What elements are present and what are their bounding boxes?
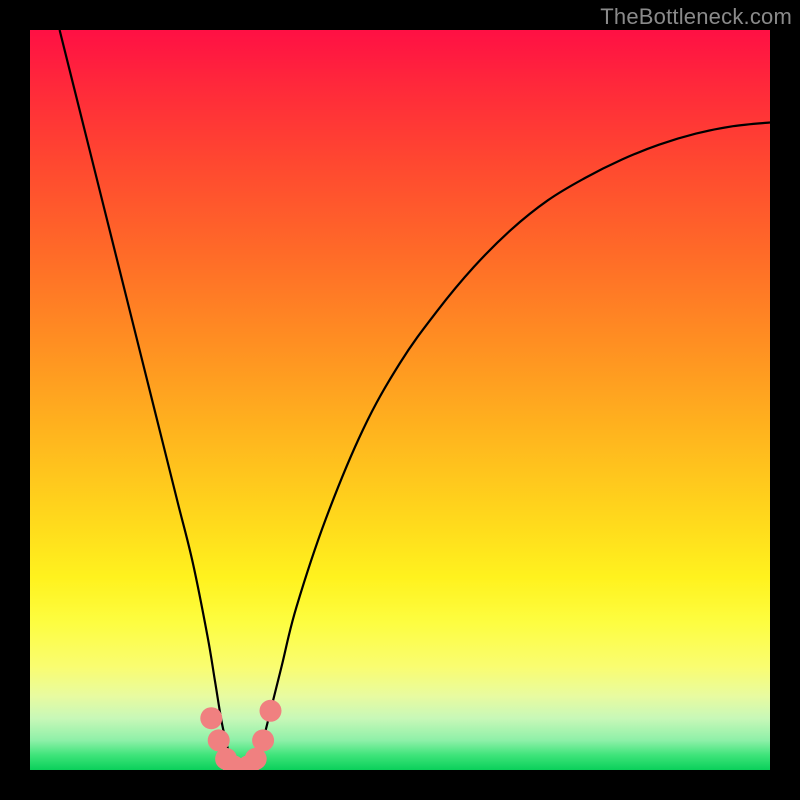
watermark-text: TheBottleneck.com [600, 4, 792, 30]
curve-path [60, 30, 770, 770]
data-marker [260, 700, 282, 722]
marker-group [200, 700, 281, 770]
curve-layer [30, 30, 770, 770]
bottleneck-curve [60, 30, 770, 770]
data-marker [252, 729, 274, 751]
plot-area [30, 30, 770, 770]
data-marker [200, 707, 222, 729]
chart-frame: TheBottleneck.com [0, 0, 800, 800]
